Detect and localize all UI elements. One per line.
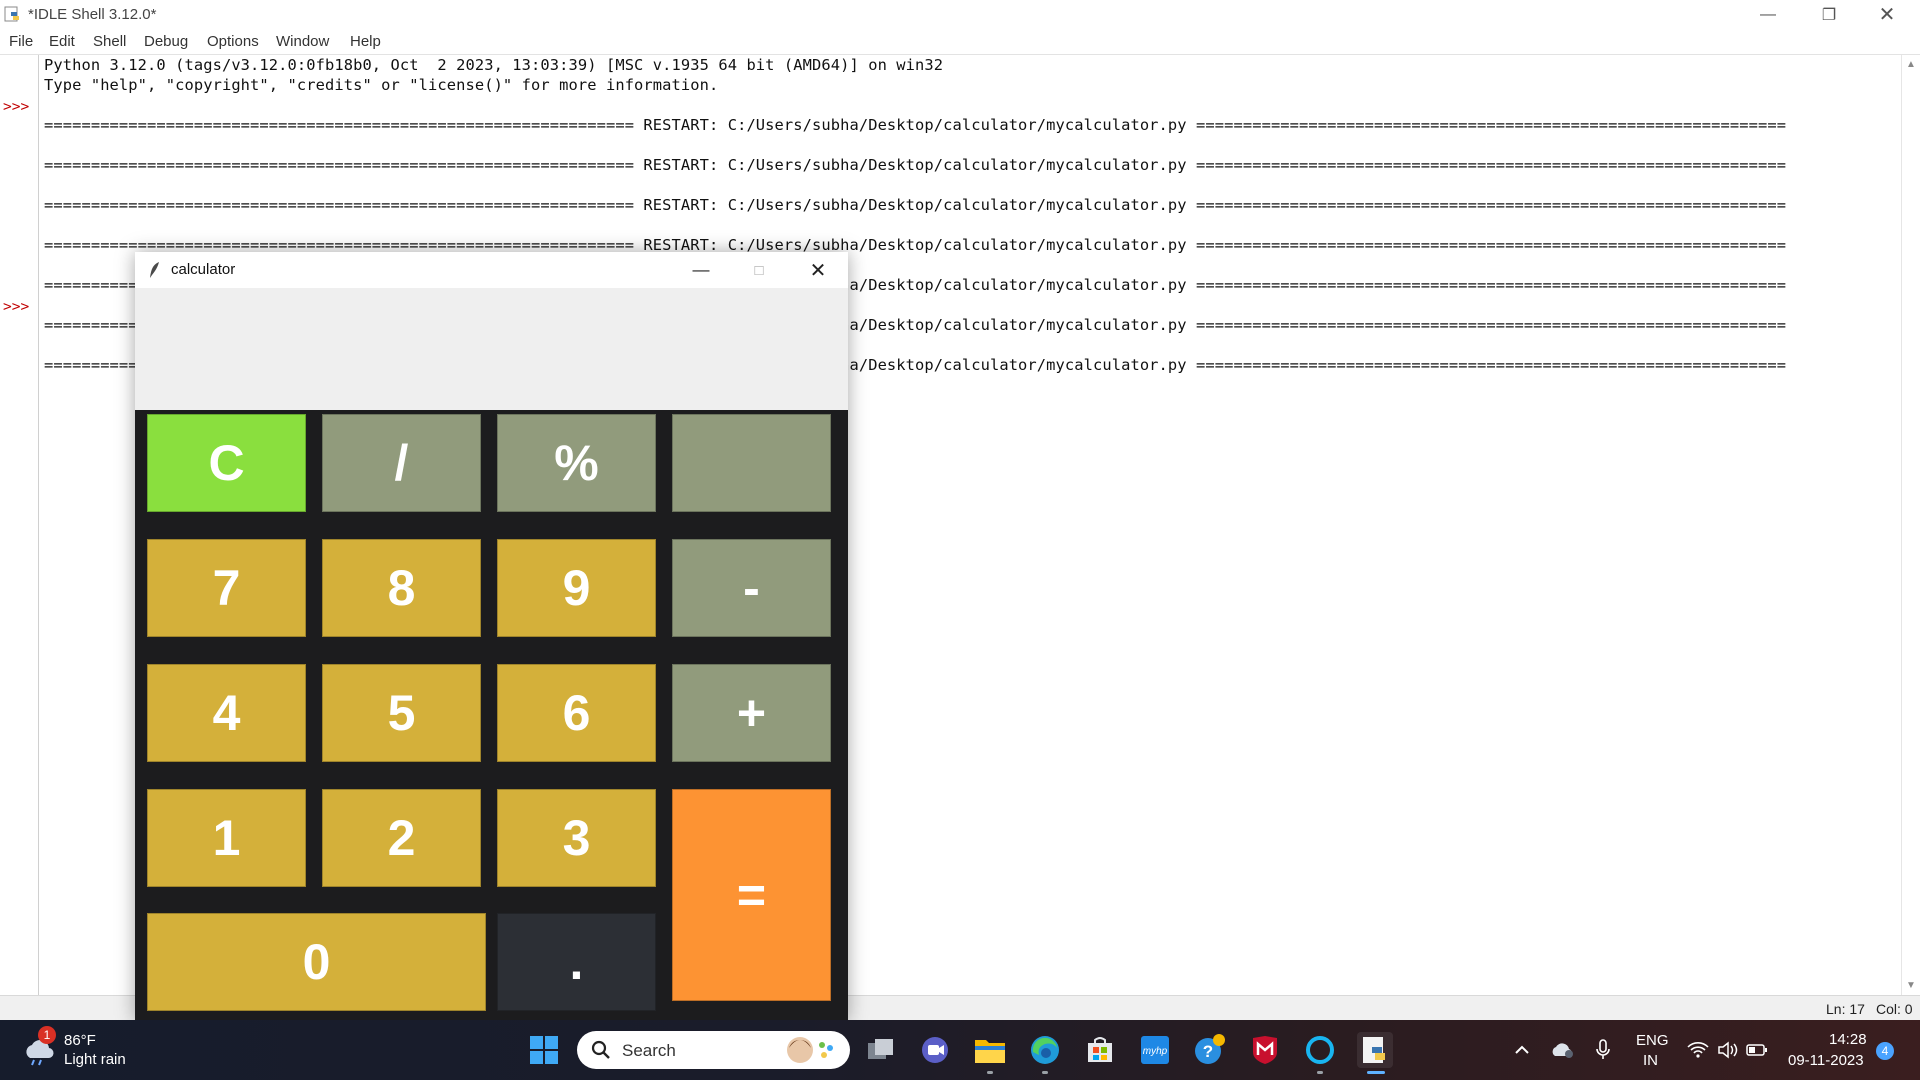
alexa-icon[interactable]: [1302, 1032, 1338, 1068]
battery-icon[interactable]: [1739, 1032, 1775, 1068]
divide-button[interactable]: /: [322, 414, 481, 512]
task-view-icon[interactable]: [863, 1032, 899, 1068]
blank-operator-button[interactable]: [672, 414, 831, 512]
shell-output-line: Type "help", "copyright", "credits" or "…: [44, 76, 719, 94]
menu-bar: File Edit Shell Debug Options Window Hel…: [0, 29, 1920, 53]
six-button[interactable]: 6: [497, 664, 656, 762]
tk-feather-icon: [150, 262, 159, 278]
percent-button[interactable]: %: [497, 414, 656, 512]
notification-badge[interactable]: 4: [1876, 1042, 1894, 1060]
column-number: Col: 0: [1876, 1001, 1913, 1017]
language-code[interactable]: ENG: [1636, 1032, 1669, 1049]
clock-date[interactable]: 09-11-2023: [1788, 1052, 1864, 1069]
running-indicator: [1042, 1071, 1048, 1074]
idle-title-bar: *IDLE Shell 3.12.0* — ❐ ✕: [0, 0, 1920, 29]
two-button[interactable]: 2: [322, 789, 481, 887]
help-icon[interactable]: ?: [1192, 1032, 1228, 1068]
file-explorer-icon[interactable]: [972, 1032, 1008, 1068]
shell-output-line: Python 3.12.0 (tags/v3.12.0:0fb18b0, Oct…: [44, 56, 944, 74]
weather-temperature: 86°F: [64, 1032, 96, 1049]
calculator-window: calculator — □ ✕ C / % 7 8 9 - 4 5 6 + 1…: [135, 252, 848, 1022]
close-button[interactable]: ✕: [1858, 0, 1916, 29]
idle-python-icon[interactable]: [1357, 1032, 1393, 1068]
eight-button[interactable]: 8: [322, 539, 481, 637]
search-highlight-icon: [787, 1037, 833, 1063]
show-hidden-icons-icon[interactable]: [1504, 1032, 1540, 1068]
scroll-up-icon[interactable]: ▲: [1906, 59, 1916, 70]
active-indicator: [1367, 1071, 1385, 1074]
window-title: *IDLE Shell 3.12.0*: [28, 6, 157, 23]
weather-widget[interactable]: 1 86°F Light rain: [20, 1026, 140, 1074]
weather-alert-badge: 1: [38, 1026, 56, 1044]
python-idle-icon: [4, 6, 19, 22]
nine-button[interactable]: 9: [497, 539, 656, 637]
seven-button[interactable]: 7: [147, 539, 306, 637]
search-label: Search: [622, 1041, 676, 1060]
menu-file[interactable]: File: [9, 33, 33, 50]
restart-line: ========================================…: [44, 156, 1787, 174]
minus-button[interactable]: -: [672, 539, 831, 637]
language-region[interactable]: IN: [1643, 1052, 1658, 1069]
prompt-gutter: >>> >>>: [0, 55, 39, 995]
four-button[interactable]: 4: [147, 664, 306, 762]
search-icon: [591, 1040, 610, 1059]
edge-icon[interactable]: [1027, 1032, 1063, 1068]
shell-prompt: >>>: [3, 299, 30, 315]
menu-shell[interactable]: Shell: [93, 33, 126, 50]
menu-options[interactable]: Options: [207, 33, 259, 50]
calculator-title-bar: calculator — □ ✕: [135, 252, 848, 288]
restore-button[interactable]: ❐: [1800, 0, 1858, 29]
svg-text:myhp: myhp: [1143, 1046, 1168, 1057]
calc-minimize-button[interactable]: —: [672, 252, 730, 288]
onedrive-icon[interactable]: [1545, 1032, 1581, 1068]
menu-help[interactable]: Help: [350, 33, 381, 50]
microphone-icon[interactable]: [1585, 1032, 1621, 1068]
calculator-display: [135, 288, 848, 410]
clock-time[interactable]: 14:28: [1829, 1031, 1867, 1048]
menu-edit[interactable]: Edit: [49, 33, 75, 50]
myhp-icon[interactable]: myhp: [1137, 1032, 1173, 1068]
running-indicator: [1317, 1071, 1323, 1074]
plus-button[interactable]: +: [672, 664, 831, 762]
calc-close-button[interactable]: ✕: [789, 252, 847, 288]
store-icon[interactable]: [1082, 1032, 1118, 1068]
menu-debug[interactable]: Debug: [144, 33, 188, 50]
windows-start-icon[interactable]: [526, 1032, 562, 1068]
teams-chat-icon[interactable]: [917, 1032, 953, 1068]
one-button[interactable]: 1: [147, 789, 306, 887]
equals-button[interactable]: =: [672, 789, 831, 1001]
restart-line: ========================================…: [44, 116, 1787, 134]
mcafee-icon[interactable]: [1247, 1032, 1283, 1068]
running-indicator: [987, 1071, 993, 1074]
taskbar-search[interactable]: Search: [577, 1031, 850, 1069]
menu-window[interactable]: Window: [276, 33, 329, 50]
decimal-button[interactable]: .: [497, 913, 656, 1011]
calc-maximize-button: □: [754, 261, 764, 279]
vertical-scrollbar[interactable]: ▲ ▼: [1901, 55, 1920, 995]
clear-button[interactable]: C: [147, 414, 306, 512]
scroll-down-icon[interactable]: ▼: [1906, 980, 1916, 991]
taskbar: 1 86°F Light rain Search myhp ? ENG IN 1…: [0, 1020, 1920, 1080]
line-number: Ln: 17: [1826, 1001, 1865, 1017]
weather-description: Light rain: [64, 1051, 126, 1068]
five-button[interactable]: 5: [322, 664, 481, 762]
shell-prompt: >>>: [3, 99, 30, 115]
three-button[interactable]: 3: [497, 789, 656, 887]
svg-text:?: ?: [1203, 1042, 1213, 1061]
calculator-title: calculator: [171, 261, 236, 278]
restart-line: ========================================…: [44, 196, 1787, 214]
zero-button[interactable]: 0: [147, 913, 486, 1011]
minimize-button[interactable]: —: [1739, 0, 1797, 29]
